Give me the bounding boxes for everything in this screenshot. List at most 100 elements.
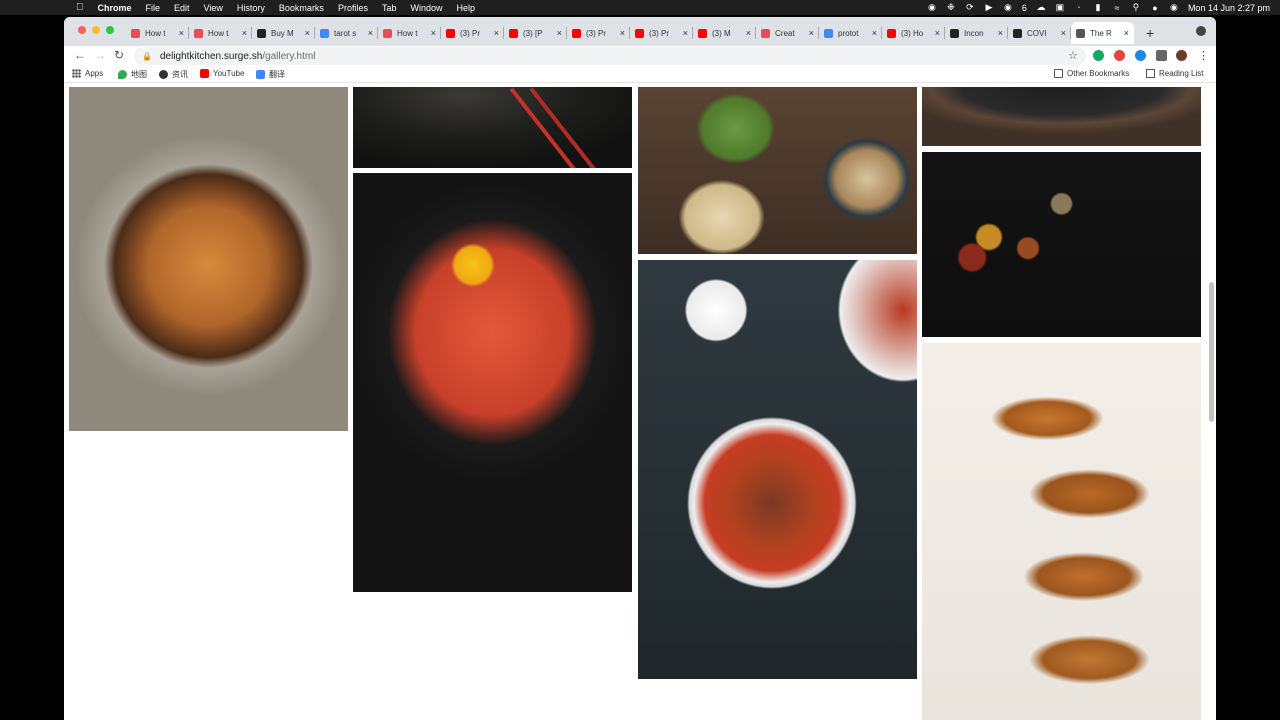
beef-noodle-photo[interactable] xyxy=(638,260,917,679)
bookmark-maps[interactable]: 地图 xyxy=(118,69,147,80)
tab-title: Creat xyxy=(775,28,795,38)
back-button[interactable]: ← xyxy=(74,48,86,62)
tab-close-icon[interactable]: × xyxy=(683,28,688,38)
browser-tab[interactable]: How t × xyxy=(189,22,252,44)
tab-close-icon[interactable]: × xyxy=(557,28,562,38)
menu-edit[interactable]: Edit xyxy=(174,3,190,13)
browser-tab[interactable]: The R × xyxy=(1071,22,1134,44)
reading-list-icon xyxy=(1146,69,1155,78)
menu-window[interactable]: Window xyxy=(410,3,442,13)
bookmark-youtube[interactable]: YouTube xyxy=(200,69,244,78)
tab-close-icon[interactable]: × xyxy=(935,28,940,38)
chicken-bowl-photo[interactable] xyxy=(69,87,348,431)
tab-title: How t xyxy=(208,28,229,38)
fullscreen-window-button[interactable] xyxy=(106,26,114,34)
bookmark-news[interactable]: 资讯 xyxy=(159,69,188,80)
kimchi-stew-photo[interactable] xyxy=(353,173,632,592)
address-bar[interactable]: 🔒 delightkitchen.surge.sh/gallery.html xyxy=(134,47,1086,65)
wechat-count: 6 xyxy=(1021,2,1027,13)
extension-icon[interactable] xyxy=(1135,50,1146,61)
menu-view[interactable]: View xyxy=(204,3,223,13)
spice-spoons-photo[interactable] xyxy=(922,152,1201,337)
sync-icon[interactable]: ⟳ xyxy=(965,2,975,13)
bookmark-apps-label: Apps xyxy=(85,69,104,78)
browser-tab[interactable]: (3) Pr × xyxy=(630,22,693,44)
tab-close-icon[interactable]: × xyxy=(1124,28,1129,38)
browser-tab[interactable]: (3) Pr × xyxy=(441,22,504,44)
dumplings-platter-photo[interactable] xyxy=(638,87,917,254)
browser-tab[interactable]: How t × xyxy=(126,22,189,44)
menu-tab[interactable]: Tab xyxy=(382,3,397,13)
status-app-icon[interactable]: ❉ xyxy=(946,2,956,13)
browser-tab[interactable]: (3) Ho × xyxy=(882,22,945,44)
bookmark-apps[interactable]: Apps xyxy=(72,69,103,78)
bookmark-star-icon[interactable]: ☆ xyxy=(1068,49,1078,62)
grammarly-extension-icon[interactable] xyxy=(1093,50,1104,61)
dark-plate-photo[interactable] xyxy=(353,87,632,168)
browser-tab[interactable]: Incon × xyxy=(945,22,1008,44)
tab-close-icon[interactable]: × xyxy=(179,28,184,38)
camera-icon[interactable]: ▣ xyxy=(1055,2,1065,13)
menu-history[interactable]: History xyxy=(237,3,265,13)
tab-close-icon[interactable]: × xyxy=(1061,28,1066,38)
bluetooth-icon[interactable]: ᛫ xyxy=(1074,3,1084,13)
lock-icon[interactable]: 🔒 xyxy=(142,52,152,61)
chrome-menu-icon[interactable]: ⋮ xyxy=(1198,49,1209,62)
battery-icon[interactable]: ▮ xyxy=(1093,2,1103,13)
apple-icon[interactable]:  xyxy=(76,2,84,13)
tab-close-icon[interactable]: × xyxy=(305,28,310,38)
browser-tab[interactable]: How t × xyxy=(378,22,441,44)
tab-close-icon[interactable]: × xyxy=(620,28,625,38)
new-tab-button[interactable]: + xyxy=(1146,25,1154,41)
browser-tab[interactable]: (3) Pr × xyxy=(567,22,630,44)
tab-close-icon[interactable]: × xyxy=(809,28,814,38)
menu-profiles[interactable]: Profiles xyxy=(338,3,368,13)
potstickers-photo[interactable] xyxy=(922,343,1201,720)
forward-button[interactable]: → xyxy=(94,48,106,62)
puzzle-extensions-icon[interactable] xyxy=(1156,50,1167,61)
tab-close-icon[interactable]: × xyxy=(998,28,1003,38)
browser-tab[interactable]: (3) M × xyxy=(693,22,756,44)
siri-icon[interactable]: ◉ xyxy=(1169,2,1179,13)
bookmark-other[interactable]: Other Bookmarks xyxy=(1054,69,1129,78)
tab-close-icon[interactable]: × xyxy=(431,28,436,38)
folder-icon xyxy=(1054,69,1063,78)
menu-help[interactable]: Help xyxy=(456,3,475,13)
menu-bookmarks[interactable]: Bookmarks xyxy=(279,3,324,13)
record-icon[interactable]: ◉ xyxy=(927,2,937,13)
page-scrollbar[interactable] xyxy=(1209,282,1214,422)
tab-title: (3) Pr xyxy=(460,28,480,38)
browser-tab[interactable]: (3) [P × xyxy=(504,22,567,44)
minimize-window-button[interactable] xyxy=(92,26,100,34)
play-icon[interactable]: ▶ xyxy=(984,2,994,13)
profile-avatar[interactable] xyxy=(1176,50,1187,61)
slate-board-photo[interactable] xyxy=(922,87,1201,146)
tab-close-icon[interactable]: × xyxy=(746,28,751,38)
reading-list-button[interactable]: Reading List xyxy=(1146,69,1203,78)
reload-button[interactable]: ↻ xyxy=(114,48,124,62)
menu-file[interactable]: File xyxy=(146,3,161,13)
tab-favicon-icon xyxy=(950,28,959,38)
tab-search-icon[interactable] xyxy=(1196,26,1206,36)
menubar-status-area: ◉ ❉ ⟳ ▶ ◉ 6 ☁ ▣ ᛫ ▮ ≈ ⚲ ● ◉ Mon 14 Jun 2… xyxy=(927,0,1270,15)
tab-close-icon[interactable]: × xyxy=(872,28,877,38)
adblock-extension-icon[interactable] xyxy=(1114,50,1125,61)
wechat-icon[interactable]: ◉ xyxy=(1003,2,1013,13)
tab-close-icon[interactable]: × xyxy=(368,28,373,38)
menubar-clock: Mon 14 Jun 2:27 pm xyxy=(1187,2,1270,13)
menu-app-name[interactable]: Chrome xyxy=(98,3,132,13)
browser-tab[interactable]: protot × xyxy=(819,22,882,44)
browser-tab[interactable]: COVI × xyxy=(1008,22,1071,44)
tab-title: (3) M xyxy=(712,28,731,38)
search-icon[interactable]: ⚲ xyxy=(1131,2,1141,13)
tab-close-icon[interactable]: × xyxy=(242,28,247,38)
wifi-icon[interactable]: ≈ xyxy=(1112,3,1122,13)
browser-tab[interactable]: Buy M × xyxy=(252,22,315,44)
bookmark-translate[interactable]: 翻译 xyxy=(256,69,285,80)
control-center-icon[interactable]: ● xyxy=(1150,3,1160,13)
close-window-button[interactable] xyxy=(78,26,86,34)
browser-tab[interactable]: tarot s × xyxy=(315,22,378,44)
tab-close-icon[interactable]: × xyxy=(494,28,499,38)
cloud-icon[interactable]: ☁ xyxy=(1036,2,1046,13)
browser-tab[interactable]: Creat × xyxy=(756,22,819,44)
